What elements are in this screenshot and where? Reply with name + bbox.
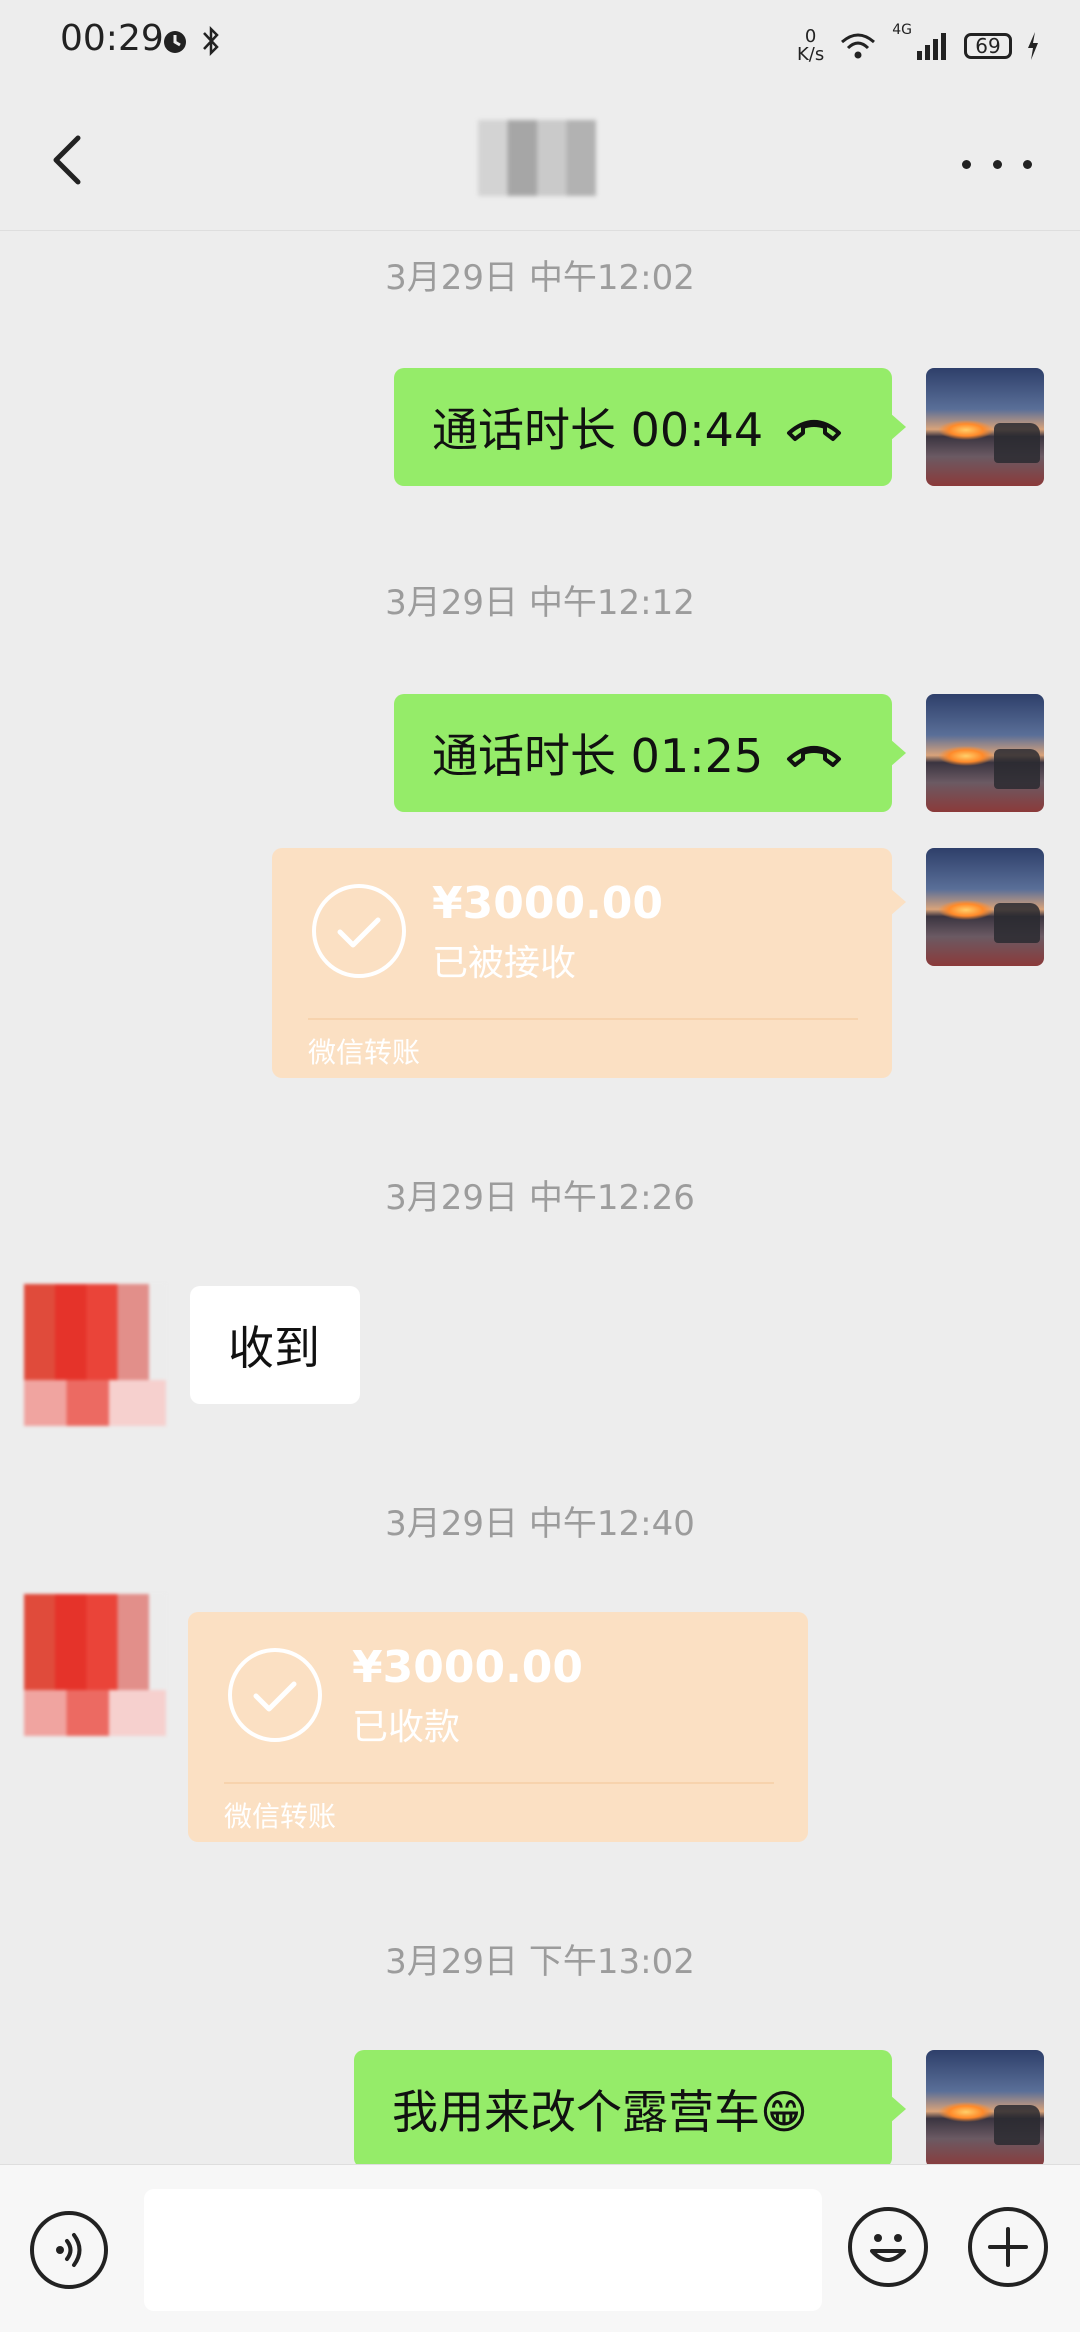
transfer-bubble-received[interactable]: ¥3000.00 已收款 微信转账 bbox=[188, 1612, 808, 1842]
status-right: 0 K/s 4G 69 bbox=[797, 22, 1040, 70]
chat-header bbox=[0, 90, 1080, 231]
message-timestamp: 3月29日 中午12:26 bbox=[385, 1178, 695, 1218]
contact-avatar[interactable] bbox=[24, 1594, 166, 1736]
transfer-check-icon bbox=[312, 884, 406, 978]
voice-button[interactable] bbox=[30, 2211, 108, 2289]
self-avatar[interactable] bbox=[926, 848, 1044, 966]
transfer-label: 微信转账 bbox=[308, 1036, 421, 1069]
transfer-check-icon bbox=[228, 1648, 322, 1742]
network-type: 4G bbox=[892, 22, 912, 38]
transfer-label: 微信转账 bbox=[224, 1800, 337, 1833]
bluetooth-icon bbox=[203, 25, 219, 57]
wifi-icon bbox=[841, 33, 876, 59]
transfer-amount: ¥3000.00 bbox=[352, 1642, 584, 1693]
alarm-icon bbox=[164, 31, 186, 53]
message-timestamp: 3月29日 下午13:02 bbox=[385, 1942, 695, 1982]
message-timestamp: 3月29日 中午12:40 bbox=[385, 1504, 695, 1544]
message-input[interactable] bbox=[144, 2189, 822, 2311]
dot bbox=[1023, 159, 1032, 169]
call-duration-text: 通话时长 01:25 bbox=[432, 729, 764, 783]
phone-hangup-icon bbox=[787, 420, 842, 441]
transfer-amount: ¥3000.00 bbox=[432, 878, 664, 929]
plus-icon bbox=[988, 2227, 1028, 2267]
status-time: 00:29 bbox=[60, 18, 164, 59]
call-record-bubble[interactable]: 通话时长 01:25 bbox=[394, 694, 906, 812]
plus-button[interactable] bbox=[968, 2207, 1048, 2287]
call-duration-text: 通话时长 00:44 bbox=[432, 403, 764, 457]
more-button[interactable] bbox=[962, 154, 1032, 174]
divider bbox=[308, 1018, 858, 1020]
chat-title bbox=[478, 120, 596, 196]
message-timestamp: 3月29日 中午12:02 bbox=[385, 258, 695, 298]
net-speed: 0 K/s bbox=[796, 26, 825, 65]
emoji-button[interactable] bbox=[848, 2207, 928, 2287]
message-timestamp: 3月29日 中午12:12 bbox=[385, 583, 695, 623]
phone-hangup-icon bbox=[787, 746, 842, 767]
message-text: 收到 bbox=[228, 1321, 320, 1375]
contact-avatar[interactable] bbox=[24, 1284, 166, 1426]
transfer-status: 已收款 bbox=[352, 1707, 461, 1748]
voice-icon bbox=[56, 2233, 82, 2267]
input-bar bbox=[0, 2164, 1080, 2332]
divider bbox=[224, 1782, 774, 1784]
message-text: 我用来改个露营车😁 bbox=[392, 2085, 808, 2139]
self-avatar[interactable] bbox=[926, 2050, 1044, 2168]
dot bbox=[962, 159, 971, 169]
status-bar: 00:29 0 K/s 4G 69 bbox=[0, 0, 1080, 90]
emoji-icon bbox=[870, 2234, 906, 2262]
signal-icon bbox=[917, 33, 946, 60]
self-avatar[interactable] bbox=[926, 694, 1044, 812]
self-avatar[interactable] bbox=[926, 368, 1044, 486]
call-record-bubble[interactable]: 通话时长 00:44 bbox=[394, 368, 906, 486]
back-button[interactable] bbox=[40, 130, 100, 190]
battery-indicator: 69 bbox=[964, 33, 1012, 59]
transfer-status: 已被接收 bbox=[432, 943, 577, 984]
text-message-received[interactable]: 收到 bbox=[190, 1286, 360, 1404]
text-message-sent[interactable]: 我用来改个露营车😁 bbox=[354, 2050, 906, 2168]
charging-icon bbox=[1028, 32, 1038, 60]
transfer-bubble-sent[interactable]: ¥3000.00 已被接收 微信转账 bbox=[272, 848, 906, 1078]
dot bbox=[992, 159, 1002, 169]
